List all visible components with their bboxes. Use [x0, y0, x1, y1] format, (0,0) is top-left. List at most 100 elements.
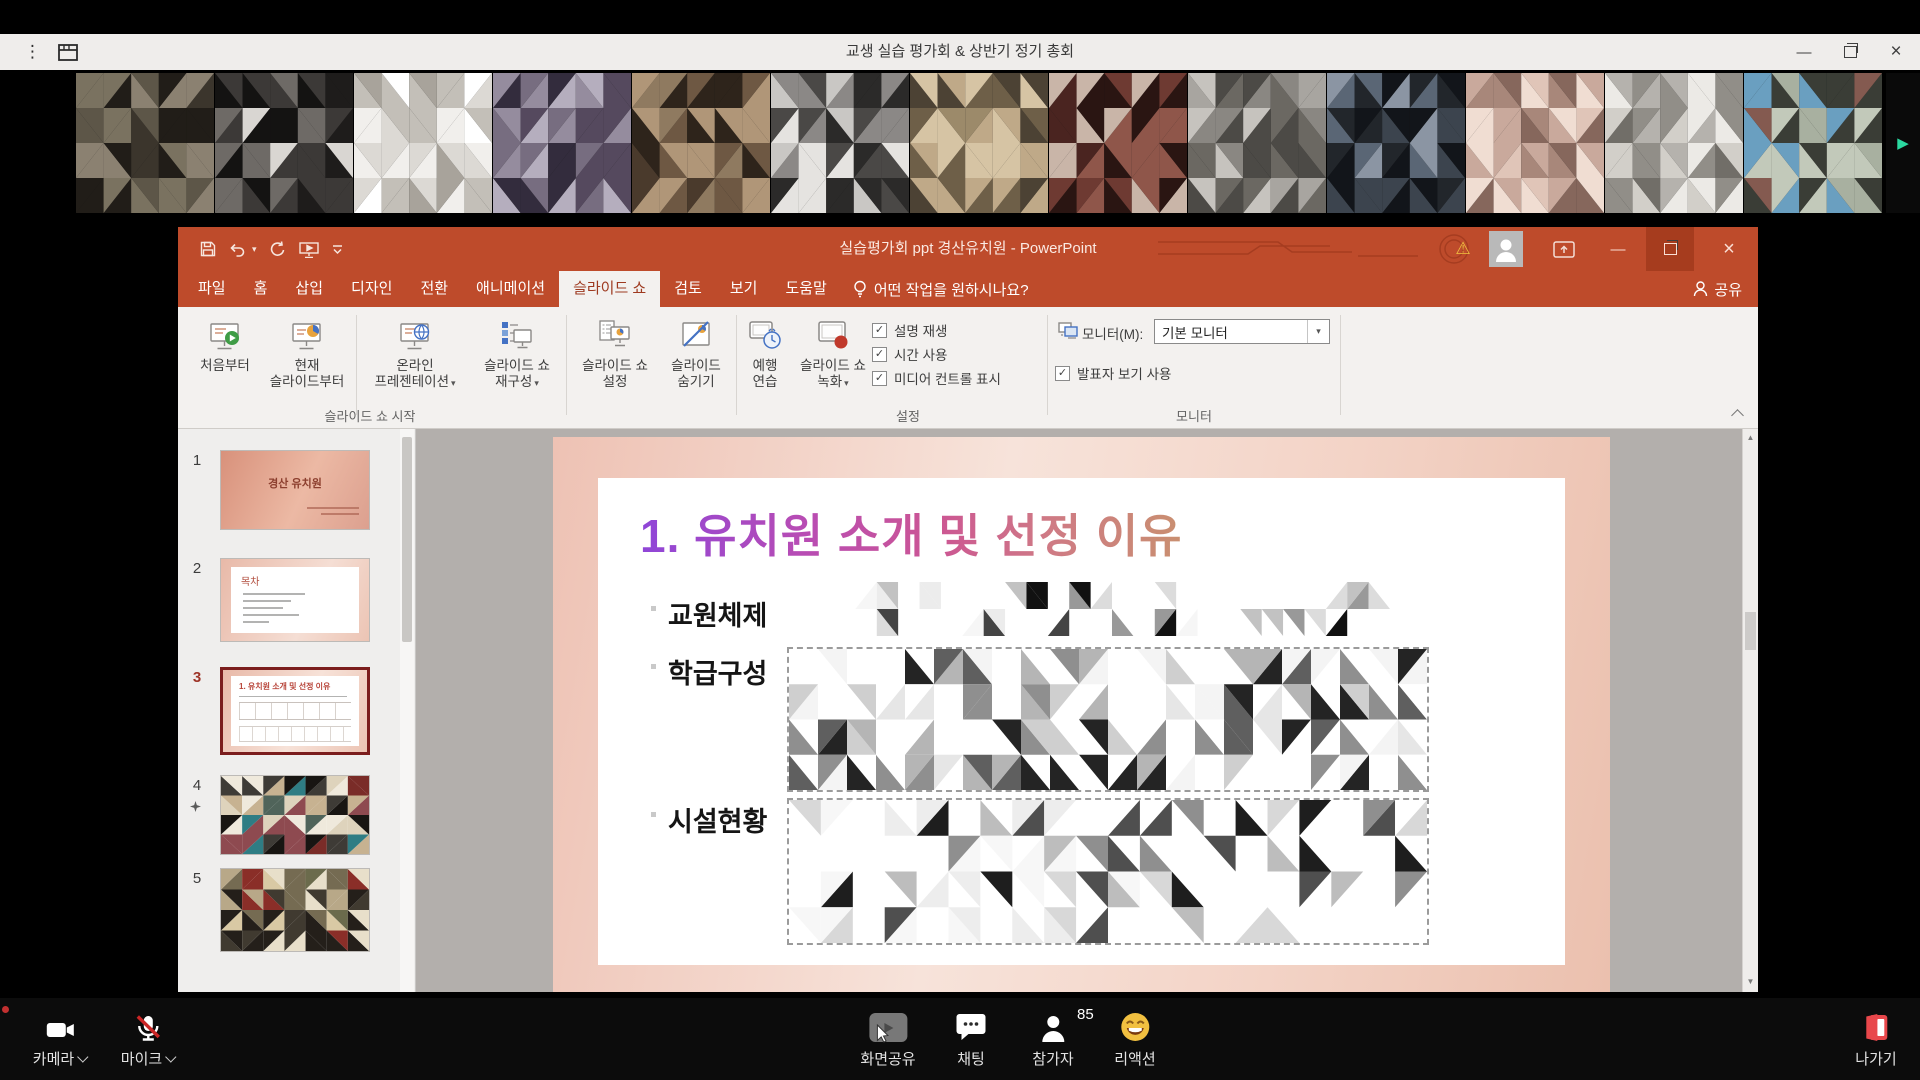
meeting-close-button[interactable]: ×: [1874, 34, 1918, 70]
participant-video-tile: [493, 73, 631, 213]
chevron-down-icon[interactable]: [166, 1051, 177, 1062]
account-avatar[interactable]: [1486, 227, 1526, 271]
warning-icon[interactable]: ⚠: [1448, 227, 1478, 271]
participant-video-tile: [910, 73, 1048, 213]
record-slideshow-button[interactable]: 슬라이드 쇼 녹화▾: [790, 313, 876, 419]
monitor-select[interactable]: 기본 모니터 ▾: [1154, 319, 1330, 344]
participant-video-tile: [632, 73, 770, 213]
thumb-text-line: [307, 507, 359, 509]
scroll-up-icon[interactable]: ▲: [1743, 433, 1758, 442]
tab-view[interactable]: 보기: [716, 271, 772, 307]
thumb3-mini-table: [239, 726, 351, 742]
chat-button[interactable]: 채팅: [956, 1008, 987, 1069]
slide-canvas: 1. 유치원 소개 및 선정 이유 교원체제 학급구성 시설현황: [416, 429, 1742, 992]
group-label-monitor: 모니터: [1176, 406, 1212, 425]
participant-video-tile: [771, 73, 909, 213]
meeting-minimize-button[interactable]: —: [1782, 34, 1826, 70]
slide-thumbnail-3-selected[interactable]: 1. 유치원 소개 및 선정 이유: [220, 667, 370, 755]
participants-button[interactable]: 85 참가자: [1032, 1008, 1073, 1069]
mic-button-muted[interactable]: 마이크: [121, 1008, 175, 1069]
ribbon-divider: [566, 315, 567, 415]
meeting-restore-button[interactable]: [1828, 34, 1872, 70]
slide-thumbnail-5[interactable]: [220, 868, 370, 952]
slide-content-area: 1. 유치원 소개 및 선정 이유 교원체제 학급구성 시설현황: [598, 478, 1565, 965]
participants-icon: [1041, 1014, 1065, 1042]
screen-share-button[interactable]: 화면공유: [860, 1008, 915, 1069]
setup-slideshow-button[interactable]: 슬라이드 쇼 설정: [572, 313, 658, 419]
ppt-restore-icon: [1664, 243, 1677, 255]
slide-scrollbar[interactable]: ▲ ▼: [1742, 429, 1758, 992]
rehearse-timings-button[interactable]: 예행 연습: [740, 313, 790, 419]
censored-table-2: [787, 798, 1429, 945]
thumb-text-line: [243, 614, 299, 616]
group-label-start: 슬라이드 쇼 시작: [325, 406, 416, 425]
lightbulb-icon: [853, 280, 867, 299]
slide-scrollbar-thumb[interactable]: [1745, 612, 1756, 650]
screen-share-icon: [869, 1013, 907, 1042]
present-online-button[interactable]: 온라인 프레젠테이션▾: [362, 313, 468, 419]
show-media-controls-checkbox[interactable]: ✓ 미디어 컨트롤 표시: [872, 368, 1001, 388]
participant-video-tile: [1049, 73, 1187, 213]
dropdown-icon: ▾: [534, 378, 539, 388]
mic-muted-icon: [134, 1015, 163, 1042]
tab-review[interactable]: 검토: [660, 271, 716, 307]
share-person-icon: [1693, 281, 1708, 297]
slide-thumbnail-2[interactable]: 목차: [220, 558, 370, 642]
ppt-restore-button[interactable]: [1646, 227, 1694, 271]
tab-design[interactable]: 디자인: [337, 271, 406, 307]
thumbnail-scrollbar[interactable]: [400, 429, 414, 992]
participant-video-tile: [1744, 73, 1882, 213]
tab-insert[interactable]: 삽입: [281, 271, 337, 307]
from-current-slide-button[interactable]: 현재 슬라이드부터: [260, 313, 354, 419]
participant-count: 85: [1077, 1006, 1094, 1023]
checkbox-icon: ✓: [872, 323, 887, 338]
thumb2-inner: 목차: [231, 567, 359, 633]
ribbon-display-options-icon[interactable]: [1546, 227, 1582, 271]
tab-transitions[interactable]: 전환: [406, 271, 462, 307]
leave-button[interactable]: 나가기: [1855, 1008, 1896, 1069]
tab-slideshow[interactable]: 슬라이드 쇼: [559, 271, 660, 307]
chevron-down-icon[interactable]: [78, 1051, 89, 1062]
use-timings-checkbox[interactable]: ✓ 시간 사용: [872, 344, 947, 364]
recording-dot: [2, 1006, 9, 1013]
from-beginning-button[interactable]: 처음부터: [192, 313, 258, 419]
video-strip-next-button[interactable]: ▶: [1886, 73, 1920, 213]
scroll-down-icon[interactable]: ▼: [1743, 977, 1758, 986]
reactions-button[interactable]: 리액션: [1114, 1008, 1155, 1069]
thumb3-title: 1. 유치원 소개 및 선정 이유: [239, 681, 357, 692]
slide-thumbnail-4[interactable]: [220, 775, 370, 855]
slide-number: 2: [186, 560, 208, 577]
ppt-minimize-button[interactable]: —: [1596, 227, 1640, 271]
current-slide[interactable]: 1. 유치원 소개 및 선정 이유 교원체제 학급구성 시설현황: [553, 437, 1610, 992]
present-online-icon: [396, 318, 434, 354]
tab-file[interactable]: 파일: [184, 271, 240, 307]
collapse-ribbon-button[interactable]: [1731, 409, 1744, 422]
leave-door-icon: [1863, 1013, 1889, 1042]
share-button[interactable]: 공유: [1693, 271, 1742, 307]
tab-help[interactable]: 도움말: [771, 271, 840, 307]
thumbnail-scrollbar-thumb[interactable]: [402, 437, 412, 642]
custom-slideshow-icon: [498, 318, 536, 354]
camera-button[interactable]: 카메라: [33, 1008, 87, 1069]
hide-slide-button[interactable]: 슬라이드 숨기기: [658, 313, 734, 419]
hide-slide-icon: [677, 318, 715, 354]
censored-table-1: [787, 647, 1429, 792]
monitor-select-dropdown-icon[interactable]: ▾: [1307, 320, 1329, 343]
ribbon: 처음부터 현재 슬라이드부터 온라인 프레젠테이션▾ 슬라이드 쇼 재구성▾ 슬…: [178, 307, 1758, 429]
from-beginning-icon: [206, 318, 244, 354]
tab-animations[interactable]: 애니메이션: [462, 271, 559, 307]
tell-me-box[interactable]: 어떤 작업을 원하시나요?: [841, 271, 1029, 307]
custom-slideshow-button[interactable]: 슬라이드 쇼 재구성▾: [470, 313, 564, 419]
animation-star-icon: [190, 799, 201, 817]
monitor-label: 모니터(M):: [1082, 323, 1143, 343]
meeting-toolbar: 카메라 마이크 화면공유 채팅 85 참가자: [0, 998, 1920, 1080]
use-presenter-view-checkbox[interactable]: ✓ 발표자 보기 사용: [1055, 363, 1171, 383]
slide-number-selected: 3: [186, 669, 208, 686]
participant-video-tile: [1466, 73, 1604, 213]
participant-video-tile: [76, 73, 214, 213]
ppt-close-button[interactable]: ×: [1706, 227, 1752, 271]
play-narrations-checkbox[interactable]: ✓ 설명 재생: [872, 320, 947, 340]
tab-home[interactable]: 홈: [240, 271, 282, 307]
restore-icon: [1844, 46, 1857, 58]
slide-thumbnail-1[interactable]: 경산 유치원: [220, 450, 370, 530]
